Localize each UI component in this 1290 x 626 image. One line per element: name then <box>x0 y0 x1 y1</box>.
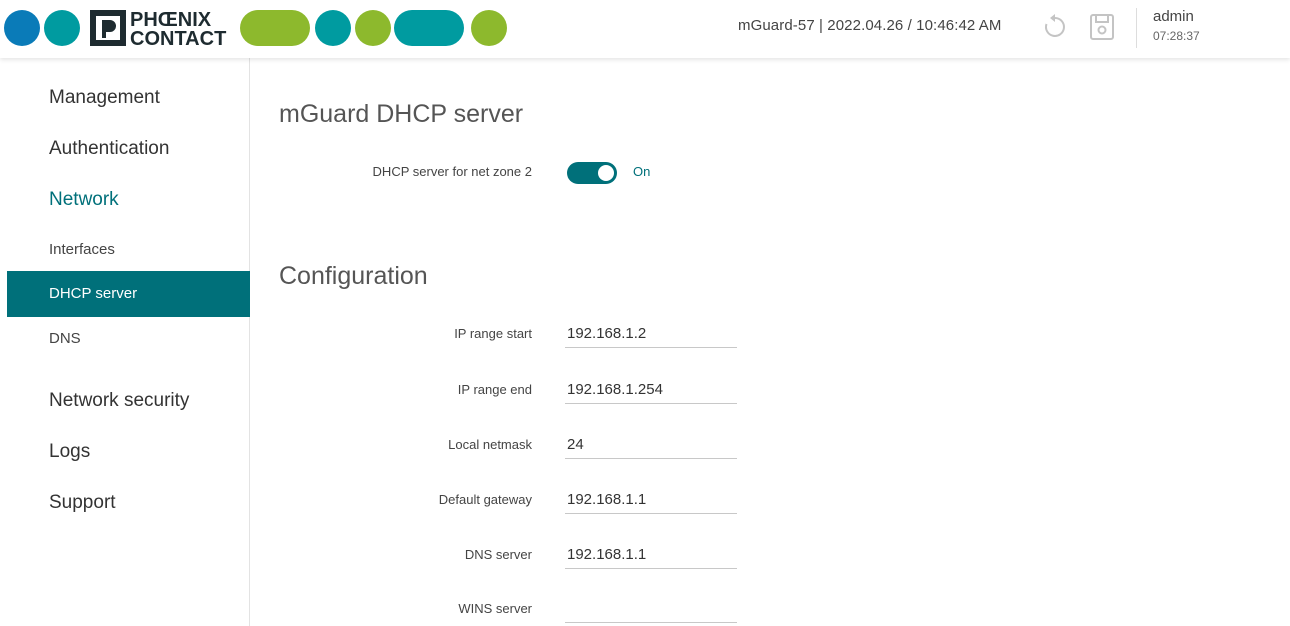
logo-teal-pill <box>394 10 464 46</box>
wins-server-input[interactable] <box>565 594 737 623</box>
configuration-section-title: Configuration <box>279 262 428 290</box>
default-gateway-label: Default gateway <box>438 492 532 507</box>
sidebar-nav: Management Authentication Network Interf… <box>0 58 250 626</box>
toggle-knob <box>598 165 614 181</box>
dhcp-toggle-label: DHCP server for net zone 2 <box>372 164 532 179</box>
logo-teal-dot <box>44 10 80 46</box>
reload-icon[interactable] <box>1042 14 1068 40</box>
session-timer: 07:28:37 <box>1153 29 1200 43</box>
logo-green-dot <box>355 10 391 46</box>
dhcp-toggle-state: On <box>633 164 651 179</box>
dns-server-label: DNS server <box>464 547 532 562</box>
device-info: mGuard-57 | 2022.04.26 / 10:46:42 AM <box>738 17 1002 34</box>
user-menu[interactable]: admin 07:28:37 <box>1153 8 1253 44</box>
sidebar-item-dns[interactable]: DNS <box>7 324 250 354</box>
phoenix-contact-logo: PHŒNIX CONTACT <box>4 9 507 50</box>
dhcp-section-title: mGuard DHCP server <box>279 100 524 128</box>
dhcp-server-toggle[interactable] <box>567 162 617 184</box>
header-divider <box>1136 8 1137 48</box>
logo-green-pill <box>240 10 310 46</box>
sidebar-item-management[interactable]: Management <box>7 83 250 113</box>
sidebar-item-authentication[interactable]: Authentication <box>7 134 250 164</box>
default-gateway-input[interactable] <box>565 485 737 514</box>
local-netmask-input[interactable] <box>565 430 737 459</box>
ip-range-end-label: IP range end <box>457 382 532 397</box>
floppy-disk-icon[interactable] <box>1088 12 1116 42</box>
sidebar-item-network[interactable]: Network <box>7 185 250 215</box>
sidebar-item-dhcp-server[interactable]: DHCP server <box>7 271 250 317</box>
sidebar-item-interfaces[interactable]: Interfaces <box>7 235 250 265</box>
ip-range-start-input[interactable] <box>565 319 737 348</box>
sidebar-item-logs[interactable]: Logs <box>7 437 250 467</box>
ip-range-end-input[interactable] <box>565 375 737 404</box>
local-netmask-label: Local netmask <box>448 437 532 452</box>
wins-server-label: WINS server <box>458 601 532 616</box>
user-name: admin <box>1153 8 1194 25</box>
dns-server-input[interactable] <box>565 540 737 569</box>
logo-teal-dot-2 <box>315 10 351 46</box>
top-header: PHŒNIX CONTACT mGuard-57 | 2022.04.26 / … <box>0 0 1290 58</box>
sidebar-item-network-security[interactable]: Network security <box>7 386 250 416</box>
main-content: mGuard DHCP server DHCP server for net z… <box>251 58 1290 626</box>
ip-range-start-label: IP range start <box>454 326 532 341</box>
logo-blue-dot <box>4 10 40 46</box>
logo-text-contact: CONTACT <box>130 28 226 50</box>
sidebar-item-support[interactable]: Support <box>7 488 250 518</box>
logo-green-dot-2 <box>471 10 507 46</box>
